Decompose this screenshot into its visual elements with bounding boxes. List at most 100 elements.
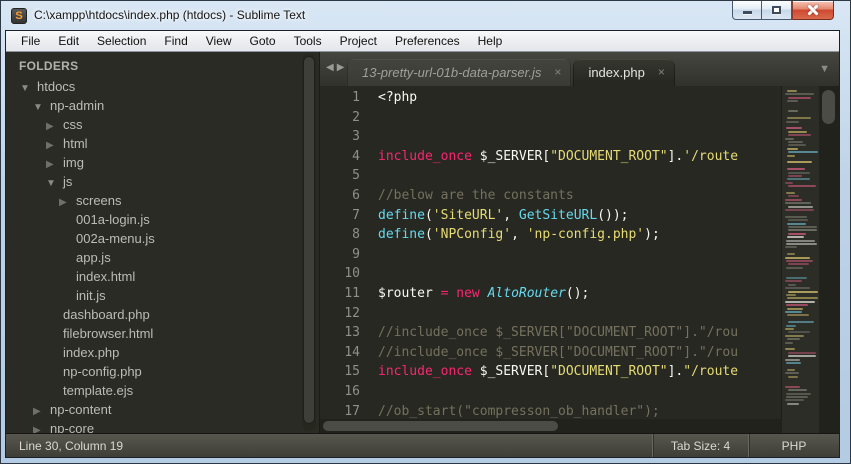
editor-vscroll-thumb[interactable] <box>822 90 835 124</box>
tab-nav-left-icon[interactable]: ◀ <box>326 62 337 73</box>
tree-folder-img[interactable]: ▶ img <box>6 153 319 172</box>
tab-13-pretty-url-01b-data-parser.js[interactable]: 13-pretty-url-01b-data-parser.js × <box>347 59 572 86</box>
tree-file-template.ejs[interactable]: template.ejs <box>6 381 319 400</box>
minimap-line <box>787 297 818 300</box>
tree-folder-css[interactable]: ▶ css <box>6 115 319 134</box>
tab-overflow-icon[interactable]: ▼ <box>819 63 830 75</box>
code-token: AltoRouter <box>487 285 566 301</box>
window-title: C:\xampp\htdocs\index.php (htdocs) - Sub… <box>34 8 306 22</box>
tree-folder-screens[interactable]: ▶ screens <box>6 191 319 210</box>
code-line-13[interactable]: 13 //include_once $_SERVER["DOCUMENT_ROOT… <box>320 323 839 343</box>
code-line-3[interactable]: 3 <box>320 127 839 147</box>
code-line-2[interactable]: 2 <box>320 108 839 128</box>
minimap[interactable] <box>782 86 819 433</box>
line-number: 7 <box>352 207 360 223</box>
titlebar[interactable]: S C:\xampp\htdocs\index.php (htdocs) - S… <box>1 1 850 30</box>
menu-tools[interactable]: Tools <box>285 31 331 51</box>
minimap-line <box>785 311 802 313</box>
code-token: 'SiteURL' <box>432 207 504 223</box>
menu-goto[interactable]: Goto <box>241 31 285 51</box>
minimize-button[interactable] <box>732 1 762 20</box>
code-line-11[interactable]: 11 $router = new AltoRouter(); <box>320 284 839 304</box>
minimap-line <box>787 147 798 150</box>
line-number: 9 <box>352 246 360 262</box>
line-number: 8 <box>352 227 360 243</box>
tab-nav-arrows[interactable]: ◀▶ <box>326 62 347 73</box>
code-token: include_once <box>378 148 472 164</box>
minimap-line <box>786 127 802 130</box>
close-button[interactable] <box>792 1 834 20</box>
minimap-line <box>788 375 798 378</box>
tree-folder-js[interactable]: ▼ js <box>6 172 319 191</box>
menu-project[interactable]: Project <box>331 31 386 51</box>
folder-tree: ▼ htdocs ▼ np-admin ▶ css ▶ html ▶ img ▼ js ▶ screens… <box>6 77 319 433</box>
tree-file-init.js[interactable]: init.js <box>6 286 319 305</box>
tab-close-icon[interactable]: × <box>554 59 561 86</box>
code-line-14[interactable]: 14 //include_once $_SERVER["DOCUMENT_ROOT… <box>320 343 839 363</box>
minimap-line <box>787 314 809 317</box>
menu-edit[interactable]: Edit <box>49 31 88 51</box>
sidebar-scrollbar[interactable] <box>302 54 316 431</box>
tree-folder-np-content[interactable]: ▶ np-content <box>6 400 319 419</box>
tree-folder-np-core[interactable]: ▶ np-core <box>6 419 319 433</box>
tree-file-dashboard.php[interactable]: dashboard.php <box>6 305 319 324</box>
tab-nav-right-icon[interactable]: ▶ <box>337 62 348 73</box>
syntax-indicator[interactable]: PHP <box>749 439 839 453</box>
editor-horizontal-scrollbar[interactable] <box>320 419 782 433</box>
code-line-10[interactable]: 10 <box>320 264 839 284</box>
tree-folder-html[interactable]: ▶ html <box>6 134 319 153</box>
tree-file-index.php[interactable]: index.php <box>6 343 319 362</box>
code-line-7[interactable]: 7 define('SiteURL', GetSiteURL()); <box>320 206 839 226</box>
folder-closed-icon[interactable]: ▶ <box>33 421 50 433</box>
tree-file-index.html[interactable]: index.html <box>6 267 319 286</box>
code-line-16[interactable]: 16 <box>320 382 839 402</box>
tab-size-indicator[interactable]: Tab Size: 4 <box>653 439 748 453</box>
code-line-8[interactable]: 8 define('NPConfig', 'np-config.php'); <box>320 225 839 245</box>
editor-hscroll-thumb[interactable] <box>323 421 558 431</box>
tree-item-label: index.html <box>76 269 136 284</box>
minimap-line <box>788 110 798 113</box>
tree-file-001a-login.js[interactable]: 001a-login.js <box>6 210 319 229</box>
tree-folder-htdocs[interactable]: ▼ htdocs <box>6 77 319 96</box>
tree-file-app.js[interactable]: app.js <box>6 248 319 267</box>
maximize-button[interactable] <box>762 1 792 20</box>
code-pane[interactable]: 1 <?php 2 3 4 include_once $_SERVER["DOCUMENT… <box>320 86 839 433</box>
code-token: , <box>503 207 519 223</box>
editor-vertical-scrollbar[interactable] <box>819 86 839 433</box>
sidebar-scrollbar-thumb[interactable] <box>303 56 315 424</box>
code-line-12[interactable]: 12 <box>320 304 839 324</box>
minimap-line <box>786 392 811 395</box>
minimap-line <box>785 300 815 303</box>
menu-help[interactable]: Help <box>469 31 512 51</box>
tree-item-label: template.ejs <box>63 383 134 398</box>
menu-find[interactable]: Find <box>155 31 196 51</box>
minimap-line <box>785 215 807 218</box>
tree-file-np-config.php[interactable]: np-config.php <box>6 362 319 381</box>
code-token: //include_once $_SERVER["DOCUMENT_ROOT"]… <box>378 325 739 341</box>
code-line-15[interactable]: 15 include_once $_SERVER["DOCUMENT_ROOT"]… <box>320 362 839 382</box>
tree-file-filebrowser.html[interactable]: filebrowser.html <box>6 324 319 343</box>
minimap-line <box>785 372 799 375</box>
close-icon <box>808 5 819 16</box>
menu-file[interactable]: File <box>12 31 49 51</box>
tree-item-label: css <box>63 117 83 132</box>
code-line-4[interactable]: 4 include_once $_SERVER["DOCUMENT_ROOT"].… <box>320 147 839 167</box>
minimap-line <box>788 321 814 324</box>
cursor-position: Line 30, Column 19 <box>19 438 124 453</box>
tree-item-label: np-content <box>50 402 112 417</box>
minimap-line <box>786 266 803 269</box>
tree-folder-np-admin[interactable]: ▼ np-admin <box>6 96 319 115</box>
code-line-5[interactable]: 5 <box>320 166 839 186</box>
code-line-9[interactable]: 9 <box>320 245 839 265</box>
menu-selection[interactable]: Selection <box>88 31 155 51</box>
code-token: ( <box>424 227 433 243</box>
code-line-6[interactable]: 6 //below are the constants <box>320 186 839 206</box>
menu-view[interactable]: View <box>197 31 241 51</box>
tab-index.php[interactable]: index.php × <box>573 59 675 86</box>
line-number: 1 <box>352 90 360 105</box>
tab-close-icon[interactable]: × <box>658 59 665 86</box>
code-line-1[interactable]: 1 <?php <box>320 88 839 108</box>
code-token: $_SERVER[ <box>471 148 551 164</box>
menu-preferences[interactable]: Preferences <box>386 31 469 51</box>
tree-file-002a-menu.js[interactable]: 002a-menu.js <box>6 229 319 248</box>
